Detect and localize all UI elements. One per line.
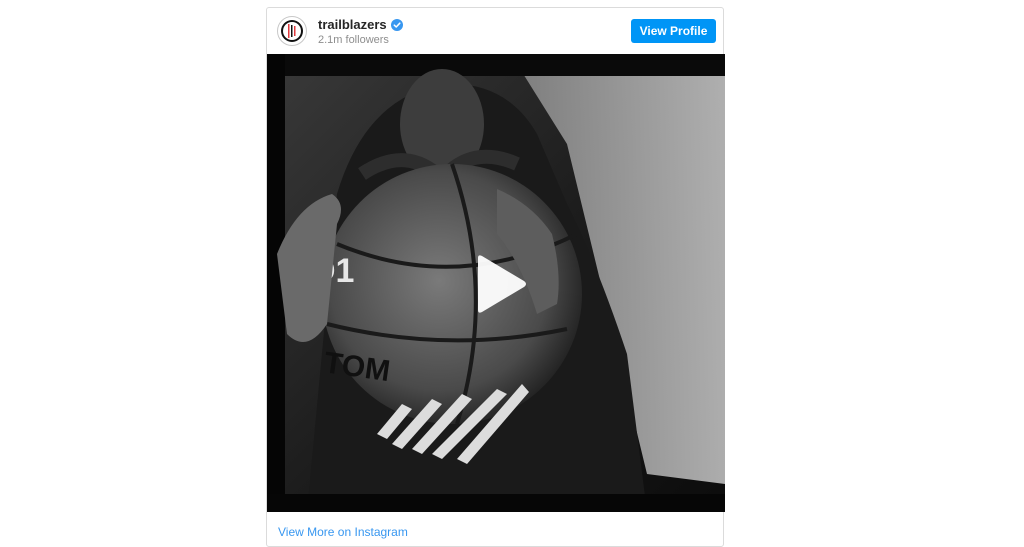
- view-profile-button[interactable]: View Profile: [631, 19, 716, 43]
- play-icon[interactable]: [472, 254, 528, 314]
- verified-badge-icon: [390, 18, 403, 31]
- instagram-embed: trailblazers 2.1m followers View Profile: [266, 7, 725, 547]
- username[interactable]: trailblazers: [318, 17, 387, 32]
- post-header: trailblazers 2.1m followers View Profile: [267, 8, 723, 54]
- followers-count: 2.1m followers: [318, 34, 389, 46]
- video-thumbnail[interactable]: D1 TOM: [267, 54, 725, 512]
- blazers-logo-icon: [281, 20, 303, 42]
- username-row: trailblazers: [318, 17, 403, 32]
- profile-avatar[interactable]: [277, 16, 307, 46]
- view-more-on-instagram-link[interactable]: View More on Instagram: [278, 525, 408, 539]
